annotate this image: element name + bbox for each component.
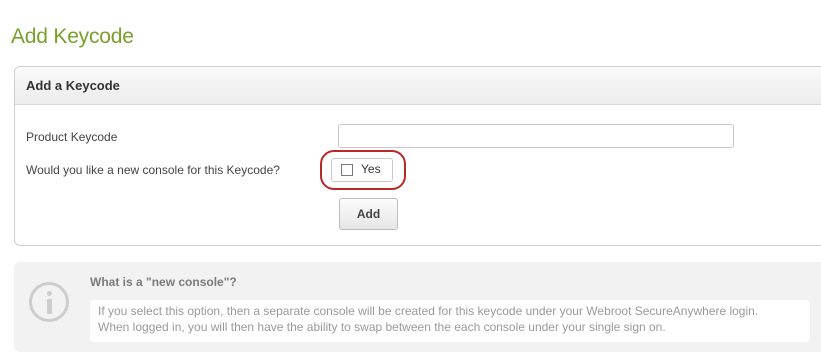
new-console-option[interactable]: Yes <box>331 158 393 182</box>
panel-header: Add a Keycode <box>15 67 821 105</box>
info-body-line-1: If you select this option, then a separa… <box>98 304 759 318</box>
top-strip <box>0 0 821 12</box>
panel-header-title: Add a Keycode <box>26 78 120 93</box>
info-box: What is a "new console"? If you select t… <box>14 262 821 352</box>
product-keycode-label: Product Keycode <box>26 130 118 144</box>
info-icon-bar <box>47 299 52 314</box>
new-console-question-label: Would you like a new console for this Ke… <box>26 163 280 177</box>
product-keycode-input[interactable] <box>338 124 734 148</box>
add-keycode-panel: Add a Keycode <box>14 66 821 246</box>
new-console-checkbox-label[interactable]: Yes <box>361 162 381 176</box>
page-title: Add Keycode <box>11 25 134 48</box>
new-console-checkbox[interactable] <box>341 164 353 176</box>
add-button[interactable]: Add <box>339 198 398 230</box>
info-title: What is a "new console"? <box>90 275 237 289</box>
info-body: If you select this option, then a separa… <box>90 300 810 342</box>
info-icon-dot <box>47 291 52 296</box>
info-circle-icon <box>29 282 69 322</box>
info-body-line-2: When logged in, you will then have the a… <box>98 320 666 334</box>
